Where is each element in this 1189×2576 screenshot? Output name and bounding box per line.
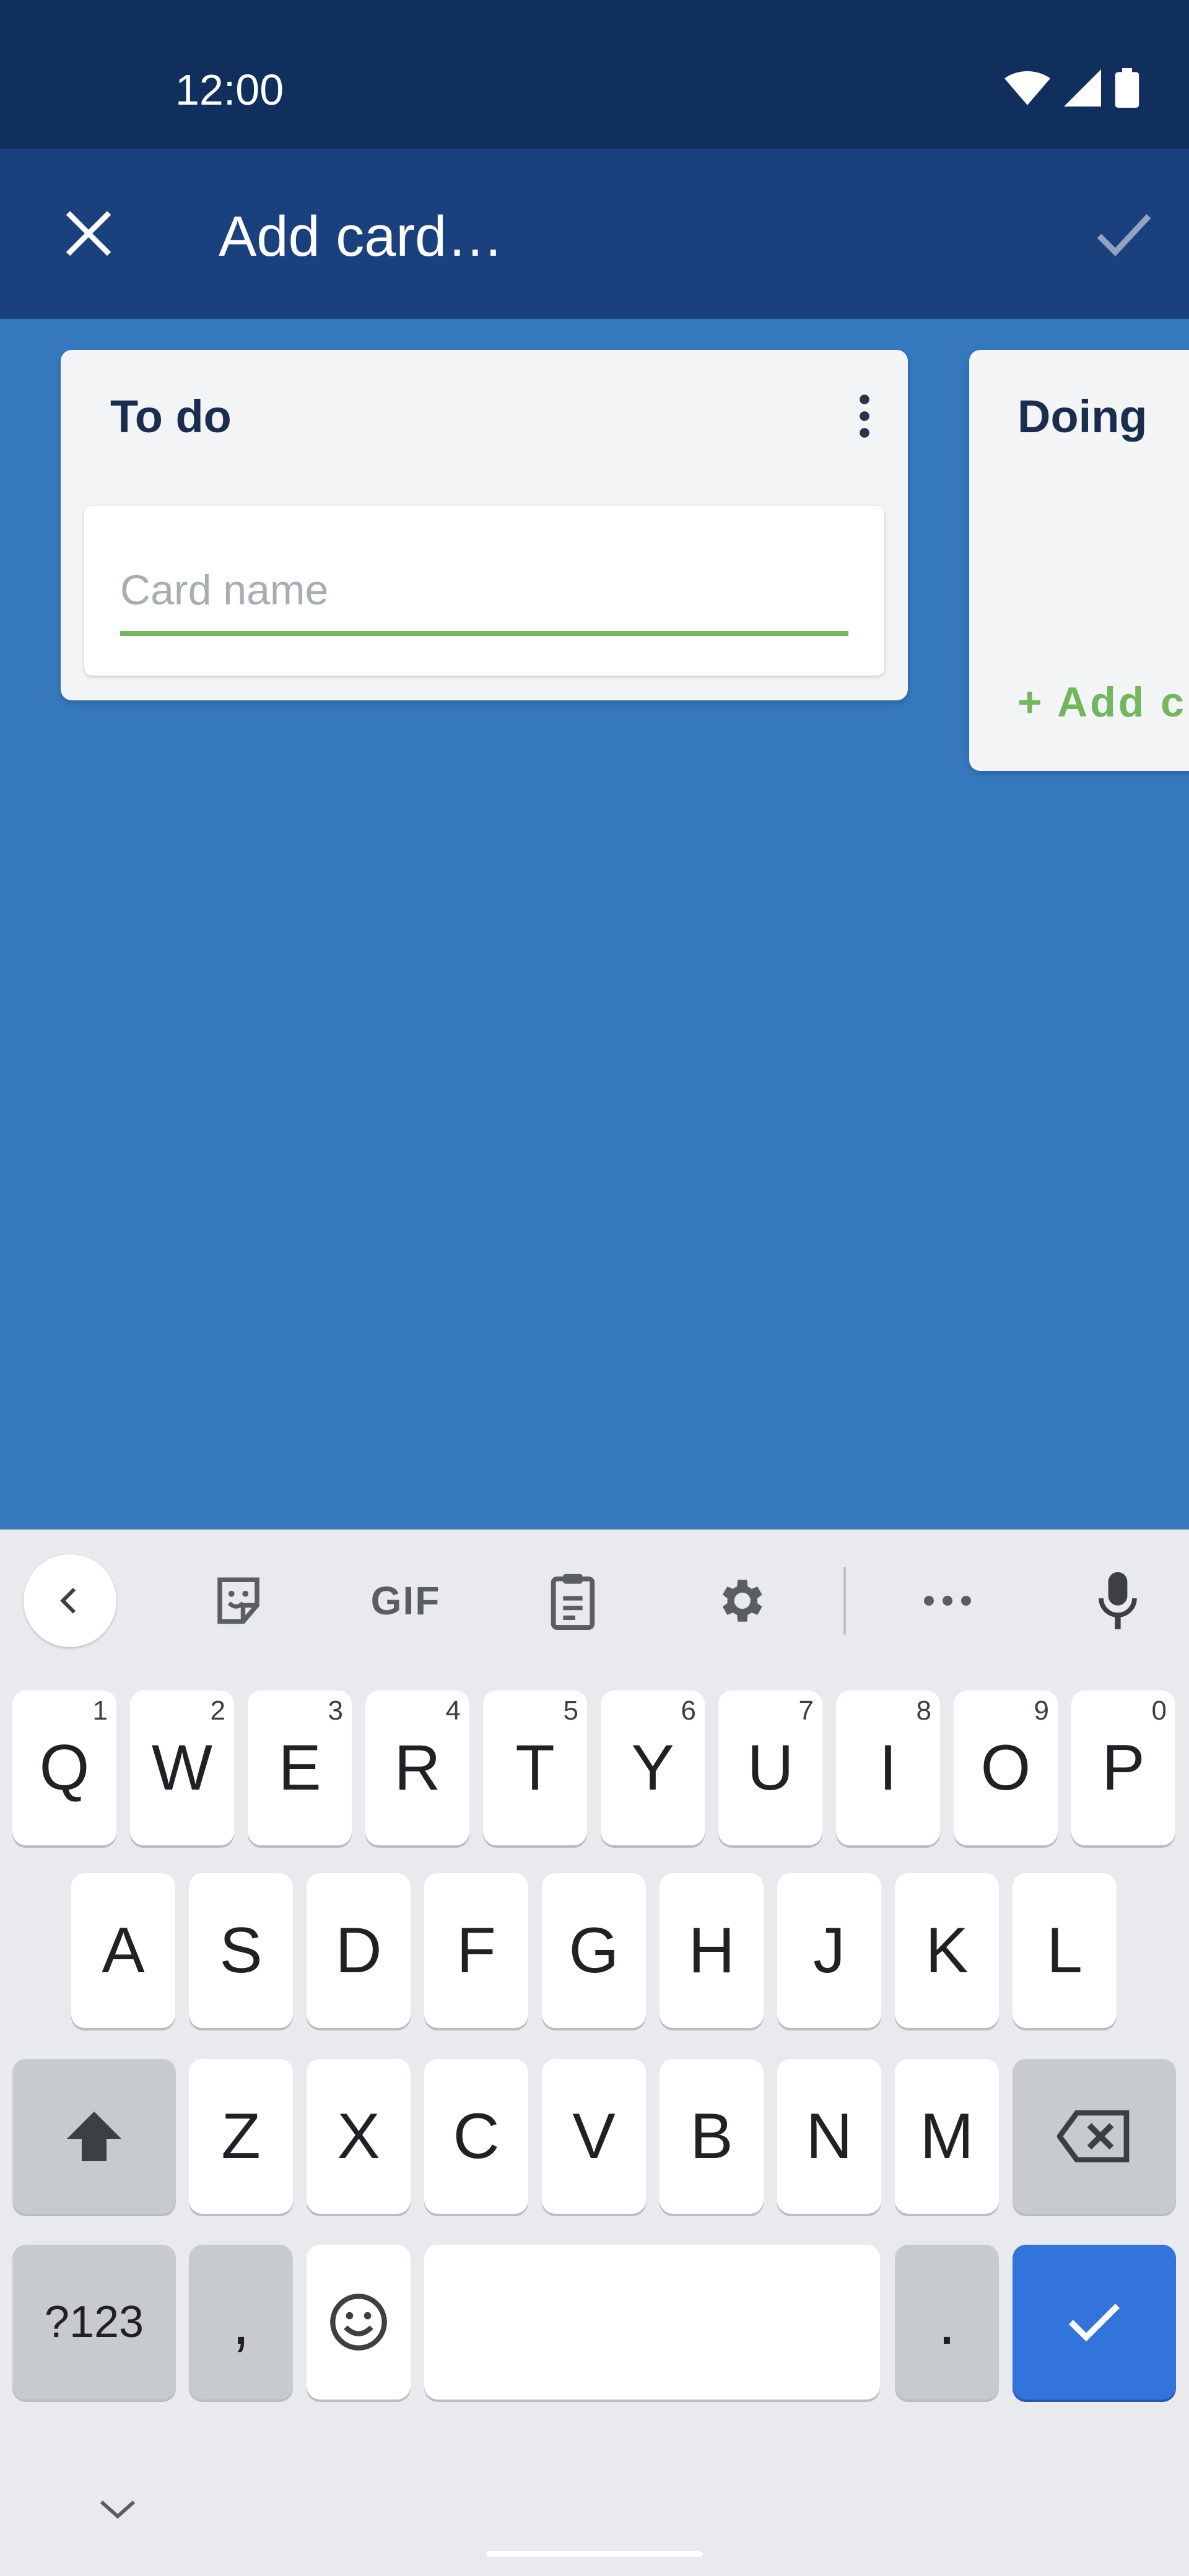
key-label: P (1102, 1731, 1145, 1804)
key-v[interactable]: V (542, 2059, 646, 2214)
key-label: U (747, 1731, 794, 1804)
key-label: Y (631, 1731, 674, 1804)
key-hint: 0 (1151, 1695, 1167, 1726)
key-label: Q (39, 1731, 90, 1804)
key-g[interactable]: G (542, 1873, 646, 2028)
key-q[interactable]: Q1 (12, 1690, 116, 1845)
sticker-icon (217, 1577, 259, 1624)
keyboard: GIF Q1 W2 E 3 R 4 T 5 Y 6 U 7 I 8 O 9 P … (0, 1530, 1189, 2576)
page-title: Add card… (219, 205, 504, 268)
close-icon (66, 211, 111, 256)
key-hint: 2 (210, 1695, 225, 1726)
key-y[interactable]: Y6 (601, 1690, 705, 1845)
key-hint: 4 (445, 1695, 461, 1726)
card-input-container (84, 506, 884, 676)
settings-button[interactable] (694, 1554, 786, 1647)
key-k[interactable]: K (895, 1873, 999, 2028)
key-label: T (515, 1731, 555, 1804)
key-w[interactable]: W2 (130, 1690, 234, 1845)
status-icons (1004, 68, 1139, 108)
shift-icon (67, 2112, 121, 2161)
backspace-icon (1057, 2110, 1130, 2162)
key-emoji[interactable] (307, 2245, 411, 2400)
signal-icon (1064, 69, 1101, 107)
key-hint: 5 (563, 1695, 578, 1726)
key-j[interactable]: J (777, 1873, 881, 2028)
add-card-button[interactable]: + Add c (1017, 678, 1187, 726)
key-label: R (394, 1731, 441, 1804)
gif-label: GIF (370, 1578, 441, 1623)
more-options-button[interactable] (901, 1554, 994, 1647)
key-a[interactable]: A (71, 1873, 175, 2028)
key-hint: 1 (92, 1695, 108, 1726)
key-backspace[interactable] (1013, 2059, 1176, 2214)
key-symbols[interactable]: ?123 (12, 2245, 176, 2400)
wifi-icon (1004, 71, 1050, 105)
key-s[interactable]: S (189, 1873, 293, 2028)
key-u[interactable]: U7 (718, 1690, 822, 1845)
key-hint: 8 (916, 1695, 931, 1726)
key-r[interactable]: R4 (365, 1690, 469, 1845)
key-period[interactable]: . (895, 2245, 999, 2400)
app-bar: Add card… (0, 149, 1189, 319)
more-vertical-icon (860, 394, 869, 438)
key-hint: 9 (1034, 1695, 1049, 1726)
list-title: To do (110, 391, 232, 442)
key-o[interactable]: O9 (954, 1690, 1058, 1845)
key-label: I (879, 1731, 897, 1804)
gif-button[interactable]: GIF (359, 1554, 452, 1647)
key-d[interactable]: D (307, 1873, 411, 2028)
gear-icon (722, 1580, 762, 1622)
check-icon (1097, 214, 1151, 256)
key-f[interactable]: F (424, 1873, 528, 2028)
key-hint: 3 (328, 1695, 343, 1726)
key-l[interactable]: L (1013, 1873, 1117, 2028)
microphone-icon (1099, 1572, 1137, 1630)
key-label: E (278, 1731, 321, 1804)
check-icon (1069, 2304, 1120, 2342)
clipboard-icon (551, 1573, 595, 1630)
key-m[interactable]: M (895, 2059, 999, 2214)
status-time: 12:00 (175, 66, 284, 114)
close-button[interactable] (54, 199, 123, 268)
sticker-button[interactable] (192, 1554, 285, 1647)
key-z[interactable]: Z (189, 2059, 293, 2214)
key-x[interactable]: X (307, 2059, 411, 2214)
key-i[interactable]: I8 (836, 1690, 940, 1845)
chevron-down-icon (100, 2500, 136, 2519)
navigation-handle[interactable] (486, 2551, 703, 2557)
card-name-input[interactable] (120, 555, 848, 636)
keyboard-toolbar: GIF (0, 1530, 1189, 1666)
battery-icon (1115, 68, 1139, 108)
emoji-icon (330, 2294, 387, 2351)
clipboard-button[interactable] (526, 1554, 619, 1647)
status-bar: 12:00 (0, 0, 1189, 149)
list-menu-button[interactable] (846, 388, 883, 444)
list-todo: To do (61, 350, 908, 700)
confirm-button[interactable] (1090, 199, 1158, 268)
key-space[interactable] (424, 2245, 880, 2400)
more-horizontal-icon (924, 1596, 971, 1606)
list-title: Doing (1017, 391, 1148, 442)
key-b[interactable]: B (660, 2059, 764, 2214)
key-comma[interactable]: , (189, 2245, 293, 2400)
key-enter[interactable] (1013, 2245, 1176, 2400)
chevron-left-icon (60, 1588, 76, 1614)
key-n[interactable]: N (777, 2059, 881, 2214)
key-label: W (151, 1731, 213, 1804)
key-h[interactable]: H (660, 1873, 764, 2028)
key-hint: 7 (798, 1695, 814, 1726)
toolbar-divider (843, 1567, 846, 1635)
key-shift[interactable] (12, 2059, 176, 2214)
key-p[interactable]: P0 (1071, 1690, 1175, 1845)
key-label: O (980, 1731, 1031, 1804)
key-e[interactable]: E3 (248, 1690, 352, 1845)
key-c[interactable]: C (424, 2059, 528, 2214)
key-hint: 6 (681, 1695, 696, 1726)
toolbar-back-button[interactable] (24, 1554, 116, 1647)
voice-input-button[interactable] (1071, 1554, 1164, 1647)
keyboard-hide-button[interactable] (96, 2496, 139, 2526)
key-t[interactable]: T5 (483, 1690, 587, 1845)
list-doing: Doing + Add c (969, 350, 1189, 771)
